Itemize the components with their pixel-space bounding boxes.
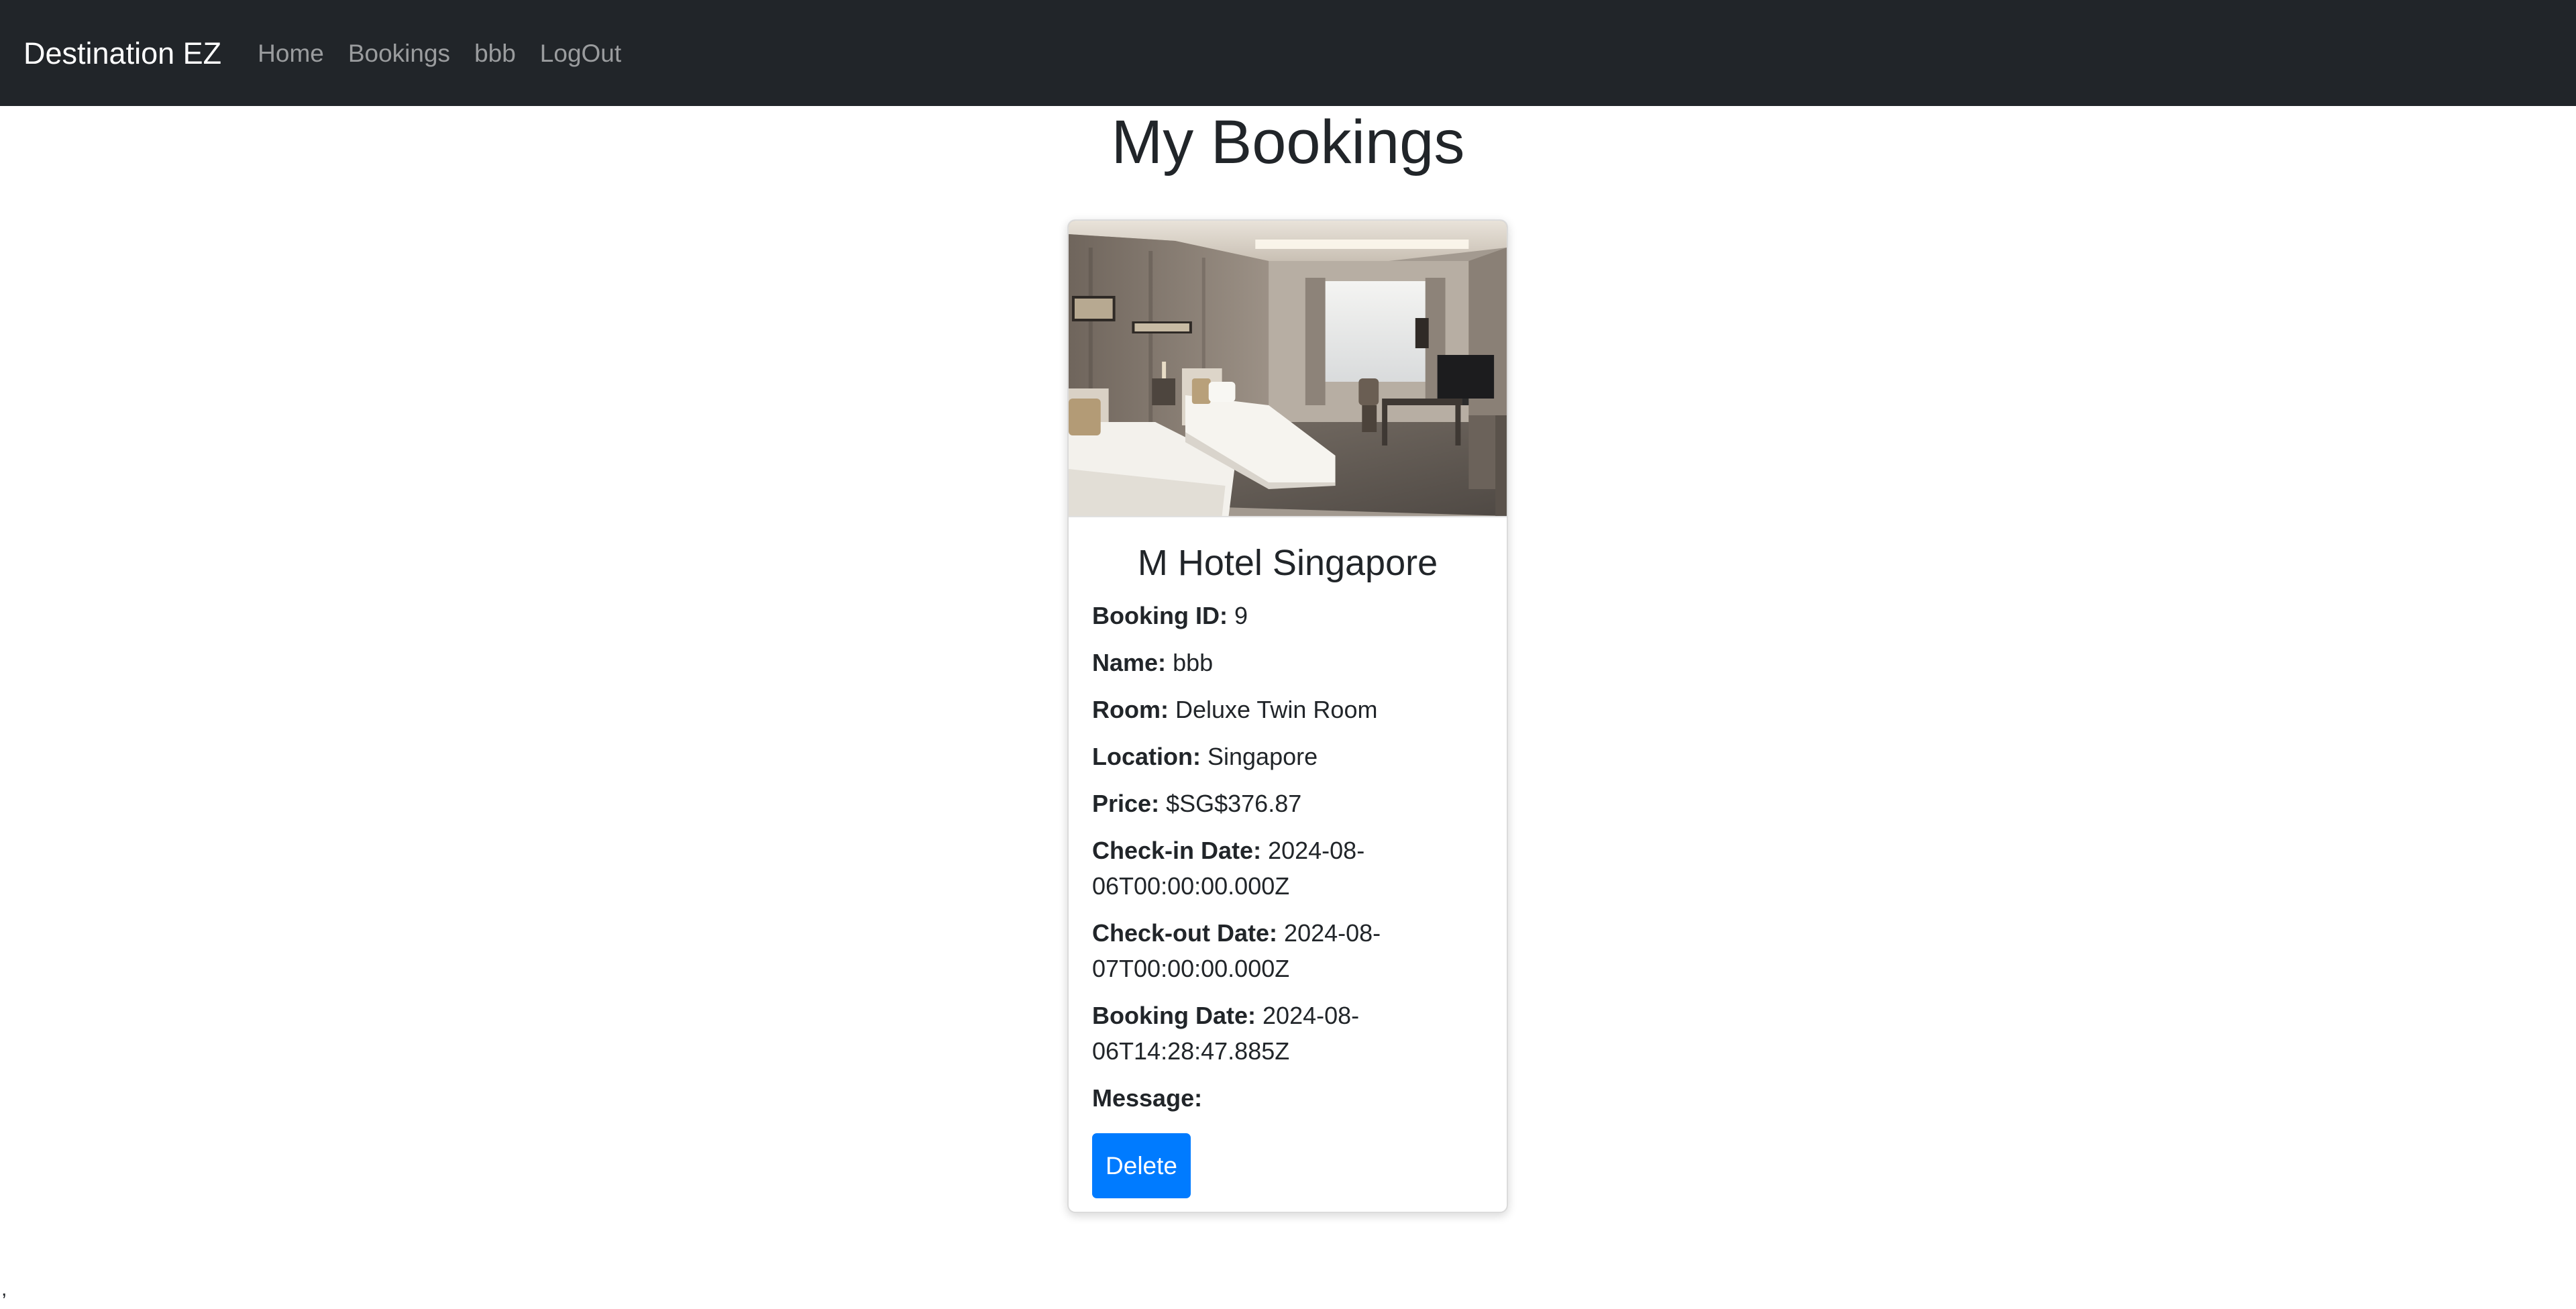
field-label: Booking ID: (1092, 602, 1228, 629)
field-label: Room: (1092, 696, 1169, 723)
field-label: Check-out Date: (1092, 919, 1278, 947)
room-row: Room: Deluxe Twin Room (1092, 692, 1483, 727)
location-row: Location: Singapore (1092, 739, 1483, 774)
booking-id-row: Booking ID: 9 (1092, 598, 1483, 633)
field-value: 9 (1234, 602, 1248, 629)
field-label: Price: (1092, 790, 1160, 817)
nav-link-home[interactable]: Home (258, 41, 324, 66)
field-value: $SG$376.87 (1166, 790, 1302, 817)
field-label: Message: (1092, 1084, 1203, 1112)
nav-link-logout[interactable]: LogOut (540, 41, 621, 66)
page-title: My Bookings (1111, 108, 1465, 176)
hotel-name: M Hotel Singapore (1137, 543, 1438, 583)
field-label: Check-in Date: (1092, 837, 1262, 864)
field-label: Location: (1092, 743, 1201, 770)
field-label: Name: (1092, 649, 1167, 676)
check-in-date-row: Check-in Date: 2024-08-06T00:00:00.000Z (1092, 833, 1483, 904)
stray-text: , (1, 1278, 7, 1300)
check-out-date-row: Check-out Date: 2024-08-07T00:00:00.000Z (1092, 915, 1483, 986)
field-value: Singapore (1208, 743, 1318, 770)
field-label: Booking Date: (1092, 1002, 1256, 1029)
brand-link[interactable]: Destination EZ (23, 38, 221, 68)
hotel-room-image (1069, 221, 1507, 517)
booking-date-row: Booking Date: 2024-08-06T14:28:47.885Z (1092, 998, 1483, 1069)
price-row: Price: $SG$376.87 (1092, 786, 1483, 821)
field-value: Deluxe Twin Room (1175, 696, 1378, 723)
field-value: bbb (1173, 649, 1214, 676)
message-row: Message: (1092, 1080, 1483, 1116)
booking-card: M Hotel Singapore Booking ID: 9 Name: bb… (1067, 219, 1508, 1213)
nav-link-bookings[interactable]: Bookings (348, 41, 450, 66)
card-body: M Hotel Singapore Booking ID: 9 Name: bb… (1069, 517, 1507, 1198)
top-navbar: Destination EZ Home Bookings bbb LogOut (0, 0, 2576, 106)
nav-link-user[interactable]: bbb (474, 41, 516, 66)
delete-button[interactable]: Delete (1092, 1133, 1191, 1198)
name-row: Name: bbb (1092, 645, 1483, 680)
